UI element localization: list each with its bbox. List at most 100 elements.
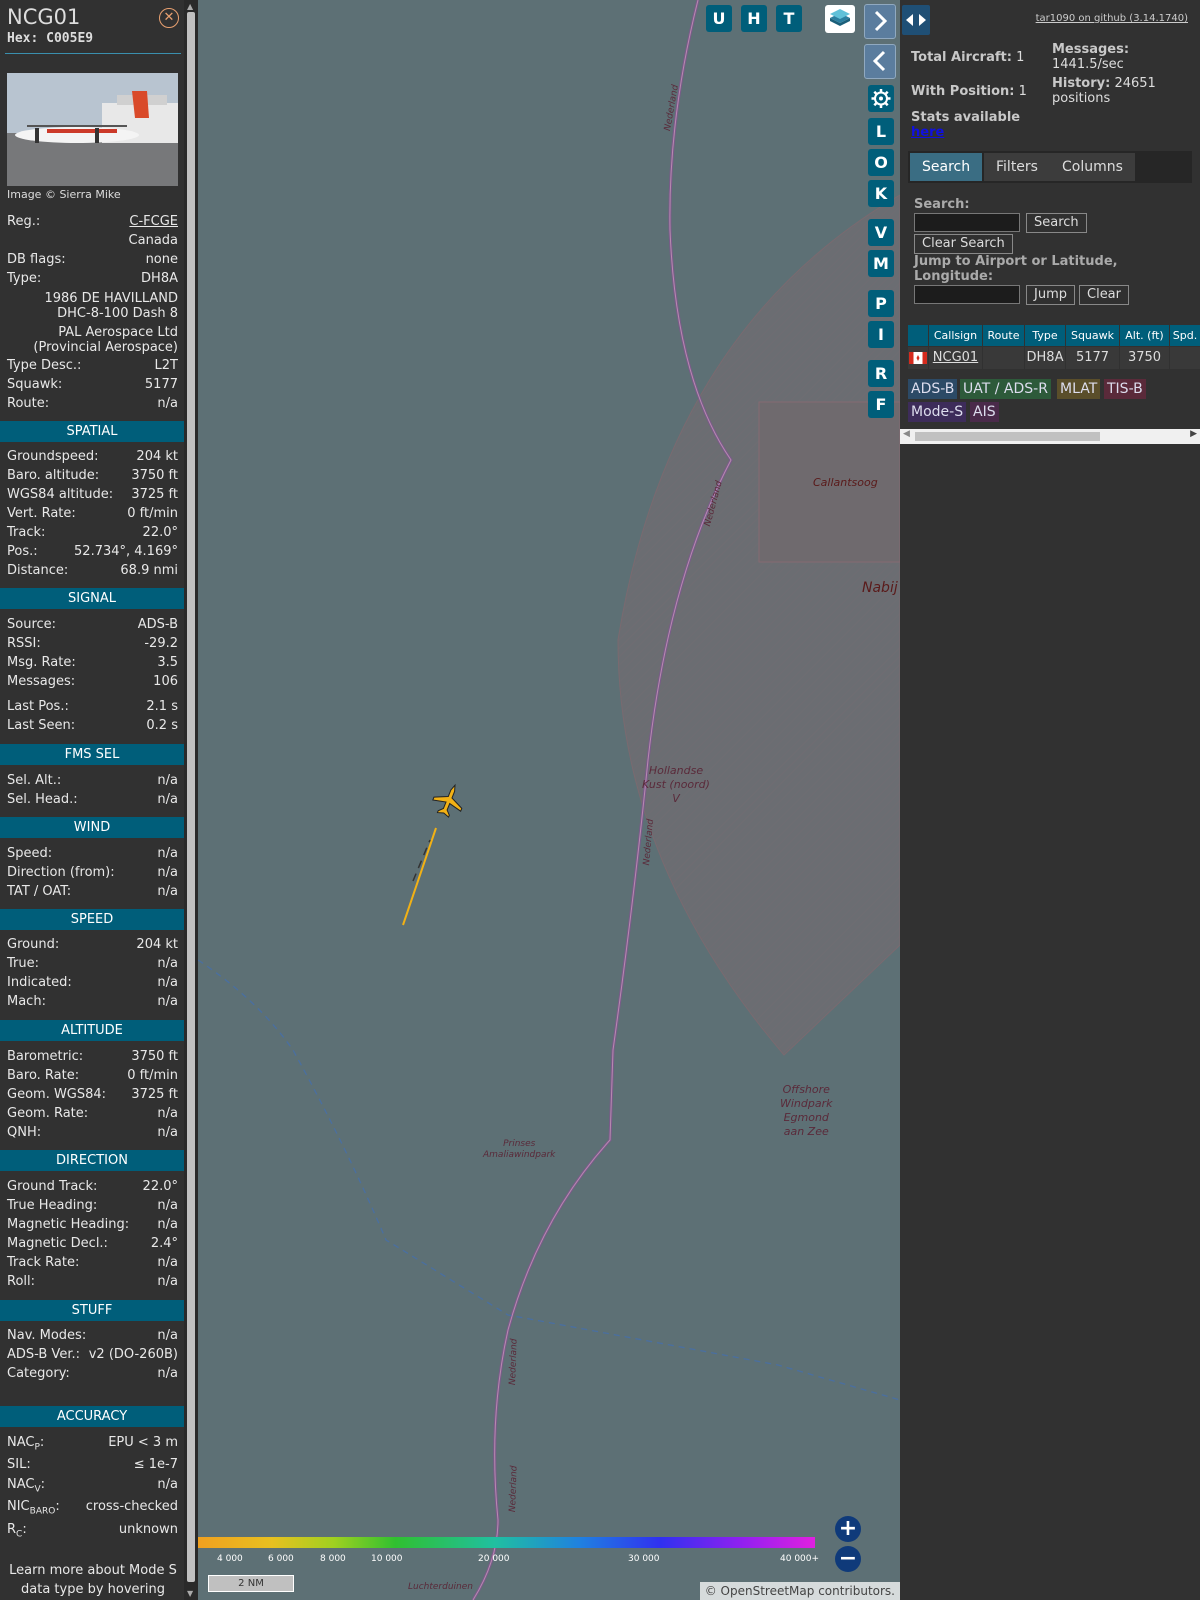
info-label: Track: [7, 525, 46, 540]
nacv-value: n/a [157, 1477, 178, 1492]
clear-button[interactable]: Clear [1079, 285, 1129, 305]
column-header-type[interactable]: Type [1025, 325, 1065, 346]
alt-scale-label: 20 000 [478, 1554, 510, 1564]
info-row: Last Pos.: 2.1 s [7, 698, 178, 716]
search-button[interactable]: Search [1026, 213, 1087, 233]
map-button-t[interactable]: T [776, 5, 802, 32]
info-value: ADS-B [137, 617, 178, 632]
close-icon[interactable]: ✕ [159, 8, 179, 28]
owner-line2: (Provincial Aerospace) [33, 340, 178, 355]
row-callsign[interactable]: NCG01 [929, 347, 982, 369]
map-label-nederland: Nederland [508, 1465, 520, 1513]
info-value: n/a [157, 865, 178, 880]
scroll-thumb[interactable] [915, 432, 1100, 441]
type-desc-value: L2T [154, 358, 178, 373]
osm-link[interactable]: OpenStreetMap [721, 1584, 815, 1598]
map-button-v[interactable]: V [868, 219, 894, 246]
toggle-sidebar-button[interactable] [902, 5, 930, 35]
nicbaro-label[interactable]: NICBARO: [7, 1498, 60, 1521]
nacp-label[interactable]: NACP: [7, 1434, 44, 1457]
scroll-up-icon[interactable]: ▲ [187, 2, 193, 11]
type-desc-label: Type Desc.: [7, 358, 82, 373]
map-button-k[interactable]: K [868, 180, 894, 207]
jump-button[interactable]: Jump [1026, 285, 1075, 305]
info-value: n/a [157, 956, 178, 971]
column-header-altitude[interactable]: Alt. (ft) [1120, 325, 1169, 346]
scroll-thumb[interactable] [187, 12, 195, 1582]
map-button-l[interactable]: L [868, 118, 894, 145]
info-label: Last Pos.: [7, 699, 69, 714]
nacp-row: NACP: EPU < 3 m [7, 1434, 178, 1453]
sil-label[interactable]: SIL: [7, 1456, 31, 1474]
tab-columns[interactable]: Columns [1050, 153, 1135, 181]
table-horizontal-scrollbar[interactable]: ◀ ▶ [900, 429, 1200, 444]
info-row: Roll: n/a [7, 1273, 178, 1291]
info-label: Pos.: [7, 544, 38, 559]
aircraft-icon[interactable] [429, 780, 469, 821]
map-button-i[interactable]: I [868, 321, 894, 348]
stats-link[interactable]: here [911, 125, 944, 140]
aircraft-photo[interactable] [7, 73, 178, 186]
info-label: Source: [7, 617, 57, 632]
rc-label[interactable]: RC: [7, 1521, 27, 1544]
legend-tisb: TIS-B [1104, 379, 1146, 399]
sil-value: ≤ 1e-7 [133, 1457, 178, 1472]
clear-search-button[interactable]: Clear Search [914, 234, 1013, 254]
map-button-u[interactable]: U [706, 5, 732, 32]
info-row: Category: n/a [7, 1365, 178, 1383]
info-value: 2.1 s [146, 699, 178, 714]
info-row: TAT / OAT: n/a [7, 883, 178, 901]
column-header-squawk[interactable]: Squawk [1066, 325, 1119, 346]
info-panel-scrollbar[interactable]: ▲ ▼ [184, 0, 198, 1600]
scroll-right-icon[interactable]: ▶ [1190, 429, 1197, 439]
github-link[interactable]: tar1090 on github (3.14.1740) [1036, 13, 1188, 24]
column-header-speed[interactable]: Spd. [1170, 325, 1200, 346]
info-row: ADS-B Ver.: v2 (DO-260B) [7, 1346, 178, 1364]
column-header-callsign[interactable]: Callsign [929, 325, 982, 346]
db-flags-row: DB flags: none [7, 251, 178, 269]
route-value: n/a [157, 396, 178, 411]
info-row: Ground: 204 kt [7, 936, 178, 954]
full-type-line2: DHC-8-100 Dash 8 [57, 306, 178, 321]
sil-row: SIL: ≤ 1e-7 [7, 1456, 178, 1474]
info-row: Speed: n/a [7, 845, 178, 863]
map-button-h[interactable]: H [741, 5, 767, 32]
info-value: n/a [157, 884, 178, 899]
info-label: Category: [7, 1366, 70, 1381]
info-row: Indicated: n/a [7, 974, 178, 992]
section-accuracy: ACCURACY [0, 1406, 184, 1427]
map-view[interactable]: Callantsoog Nabij Hollandse Kust (noord) V… [198, 0, 900, 1600]
map-button-p[interactable]: P [868, 290, 894, 317]
reg-link[interactable]: C-FCGE [129, 213, 178, 231]
tab-filters[interactable]: Filters [984, 153, 1050, 181]
settings-button[interactable] [868, 85, 894, 112]
aircraft-trail-gap [412, 839, 431, 882]
nicbaro-row: NICBARO: cross-checked [7, 1498, 178, 1517]
map-button-o[interactable]: O [868, 149, 894, 176]
scroll-left-icon[interactable]: ◀ [903, 429, 910, 439]
jump-input[interactable] [914, 285, 1020, 304]
info-label: True: [7, 956, 39, 971]
total-aircraft: Total Aircraft: 1 [911, 50, 1025, 65]
legend-mode-s: Mode-S [908, 402, 967, 422]
info-row: Direction (from): n/a [7, 864, 178, 882]
scroll-down-icon[interactable]: ▼ [187, 1589, 193, 1598]
column-header-flag[interactable] [908, 325, 928, 346]
column-header-route[interactable]: Route [983, 325, 1024, 346]
zoom-out-button[interactable]: − [835, 1546, 861, 1572]
zoom-in-button[interactable]: + [835, 1516, 861, 1542]
chevron-left-icon [872, 50, 886, 72]
legend-adsb: ADS-B [908, 379, 958, 399]
next-button[interactable] [864, 4, 896, 39]
map-button-f[interactable]: F [868, 391, 894, 418]
map-button-r[interactable]: R [868, 360, 894, 387]
tab-search[interactable]: Search [910, 153, 983, 181]
info-value: 22.0° [142, 525, 178, 540]
layers-button[interactable] [825, 5, 855, 33]
map-button-m[interactable]: M [868, 250, 894, 277]
info-row: True Heading: n/a [7, 1197, 178, 1215]
nacv-label[interactable]: NACV: [7, 1476, 45, 1499]
info-label: Speed: [7, 846, 53, 861]
search-input[interactable] [914, 213, 1020, 232]
previous-button[interactable] [864, 44, 896, 79]
